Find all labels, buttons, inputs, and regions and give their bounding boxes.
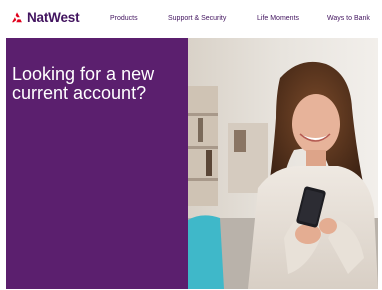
hero-title: Looking for a new current account? (12, 65, 184, 103)
nav-life-moments[interactable]: Life Moments (257, 15, 299, 22)
site-header: NatWest Products Support & Security Life… (0, 0, 382, 38)
hero-banner: Looking for a new current account? (6, 38, 378, 289)
brand-name: NatWest (27, 10, 80, 25)
hero-title-line1: Looking for a new (12, 64, 155, 84)
nav-products[interactable]: Products (110, 15, 138, 22)
hero-photo (188, 38, 378, 289)
natwest-cubes-icon (12, 11, 22, 22)
natwest-logo[interactable]: NatWest (10, 10, 80, 25)
hero-text-panel: Looking for a new current account? (6, 38, 188, 289)
nav-support-security[interactable]: Support & Security (168, 15, 226, 22)
nav-ways-to-bank[interactable]: Ways to Bank (327, 15, 370, 22)
hero-title-line2: current account? (12, 83, 147, 103)
